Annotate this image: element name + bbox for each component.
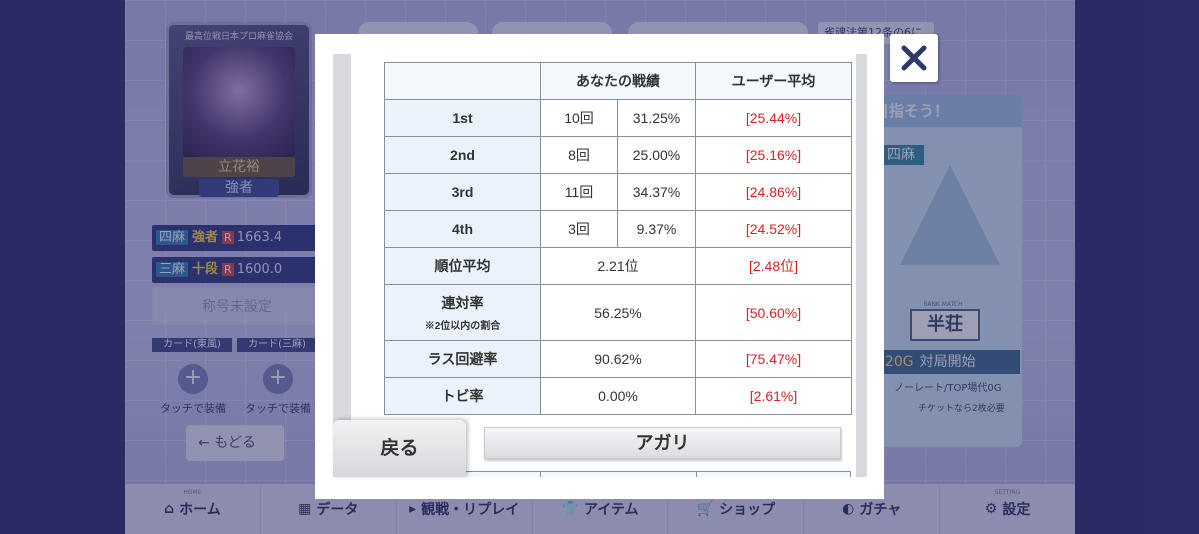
value-cell: 90.62% <box>540 340 696 378</box>
close-button[interactable] <box>890 34 938 82</box>
table-row: 2nd 8回 25.00% [25.16%] <box>384 136 852 174</box>
row-label: 1st <box>384 99 541 137</box>
row-label: ラス回避率 <box>384 340 541 378</box>
average-cell: [2.48位] <box>695 247 852 285</box>
average-cell: [2.61%] <box>695 377 852 415</box>
count-cell: 8回 <box>540 136 618 174</box>
average-cell: [24.52%] <box>695 210 852 248</box>
close-icon <box>901 45 927 71</box>
percent-cell: 25.00% <box>617 136 696 174</box>
row-label: 2nd <box>384 136 541 174</box>
average-cell: [25.44%] <box>695 99 852 137</box>
row-label: 4th <box>384 210 541 248</box>
average-cell: [25.16%] <box>695 136 852 174</box>
row-label: トビ率 <box>384 377 541 415</box>
header-average: ユーザー平均 <box>695 62 852 100</box>
table-row: ラス回避率 90.62% [75.47%] <box>384 340 852 378</box>
row-label: 連対率 <box>441 295 484 311</box>
value-cell: 2.21位 <box>540 247 696 285</box>
count-cell: 10回 <box>540 99 618 137</box>
average-cell: [24.86%] <box>695 173 852 211</box>
back-button[interactable]: 戻る <box>333 420 466 477</box>
modal-scroll-frame: あなたの戦績 ユーザー平均 1st 10回 31.25% [25.44%] 2n… <box>333 54 867 477</box>
percent-cell: 34.37% <box>617 173 696 211</box>
value-cell: 56.25% <box>540 284 696 341</box>
count-cell: 11回 <box>540 173 618 211</box>
average-cell: [50.60%] <box>695 284 852 341</box>
table-row: 4th 3回 9.37% [24.52%] <box>384 210 852 248</box>
average-cell: [75.47%] <box>695 340 852 378</box>
row-label: 3rd <box>384 173 541 211</box>
header-yours: あなたの戦績 <box>540 62 696 100</box>
header-blank <box>384 62 541 100</box>
table-row: トビ率 0.00% [2.61%] <box>384 377 852 415</box>
table-row: 3rd 11回 34.37% [24.86%] <box>384 173 852 211</box>
row-label-with-note: 連対率 ※2位以内の割合 <box>384 284 541 341</box>
row-label: 順位平均 <box>384 247 541 285</box>
count-cell: 3回 <box>540 210 618 248</box>
table-row: 1st 10回 31.25% [25.44%] <box>384 99 852 137</box>
stats-modal: あなたの戦績 ユーザー平均 1st 10回 31.25% [25.44%] 2n… <box>315 34 884 499</box>
stats-scroll-area[interactable]: あなたの戦績 ユーザー平均 1st 10回 31.25% [25.44%] 2n… <box>351 54 856 477</box>
percent-cell: 9.37% <box>617 210 696 248</box>
value-cell: 0.00% <box>540 377 696 415</box>
stats-table: あなたの戦績 ユーザー平均 1st 10回 31.25% [25.44%] 2n… <box>384 62 852 415</box>
section-header-agari: アガリ <box>484 427 841 459</box>
row-note: ※2位以内の割合 <box>424 321 501 332</box>
table-row: 順位平均 2.21位 [2.48位] <box>384 247 852 285</box>
table-row: 連対率 ※2位以内の割合 56.25% [50.60%] <box>384 284 852 341</box>
table-header-row: あなたの戦績 ユーザー平均 <box>384 62 852 100</box>
percent-cell: 31.25% <box>617 99 696 137</box>
